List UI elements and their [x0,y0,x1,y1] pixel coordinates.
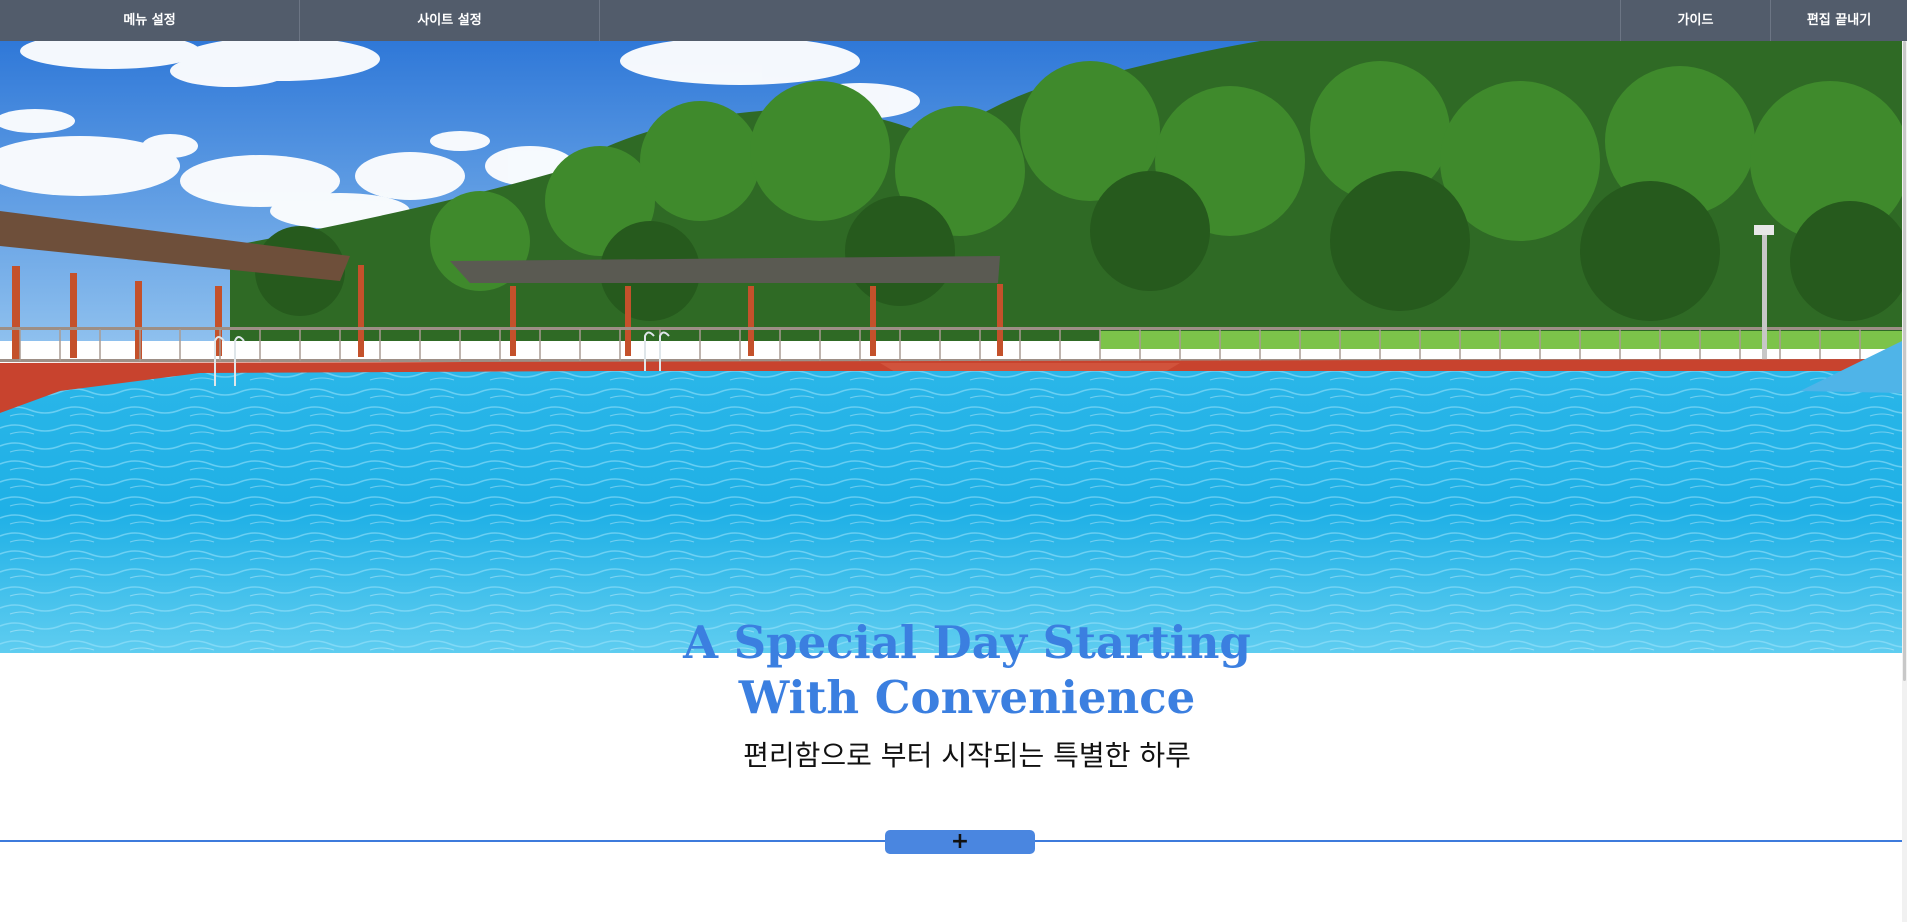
guide-button[interactable]: 가이드 [1620,0,1770,41]
menu-settings-button[interactable]: 메뉴 설정 [0,0,300,41]
add-section-button[interactable]: + [885,830,1035,854]
hero-subtitle: 편리함으로 부터 시작되는 특별한 하루 [743,739,1191,772]
hero-title: A Special Day Starting With Convenience [600,615,1334,725]
site-settings-button[interactable]: 사이트 설정 [300,0,600,41]
page-scrollbar[interactable] [1902,41,1907,922]
exit-edit-button[interactable]: 편집 끝내기 [1770,0,1907,41]
hero-banner-image [0,41,1902,653]
hero-title-line-1: A Special Day Starting [683,616,1251,669]
plus-icon: + [950,829,970,854]
scrollbar-thumb[interactable] [1903,41,1906,681]
editor-toolbar: 메뉴 설정 사이트 설정 가이드 편집 끝내기 [0,0,1907,42]
hero-title-line-2: With Convenience [738,671,1196,724]
